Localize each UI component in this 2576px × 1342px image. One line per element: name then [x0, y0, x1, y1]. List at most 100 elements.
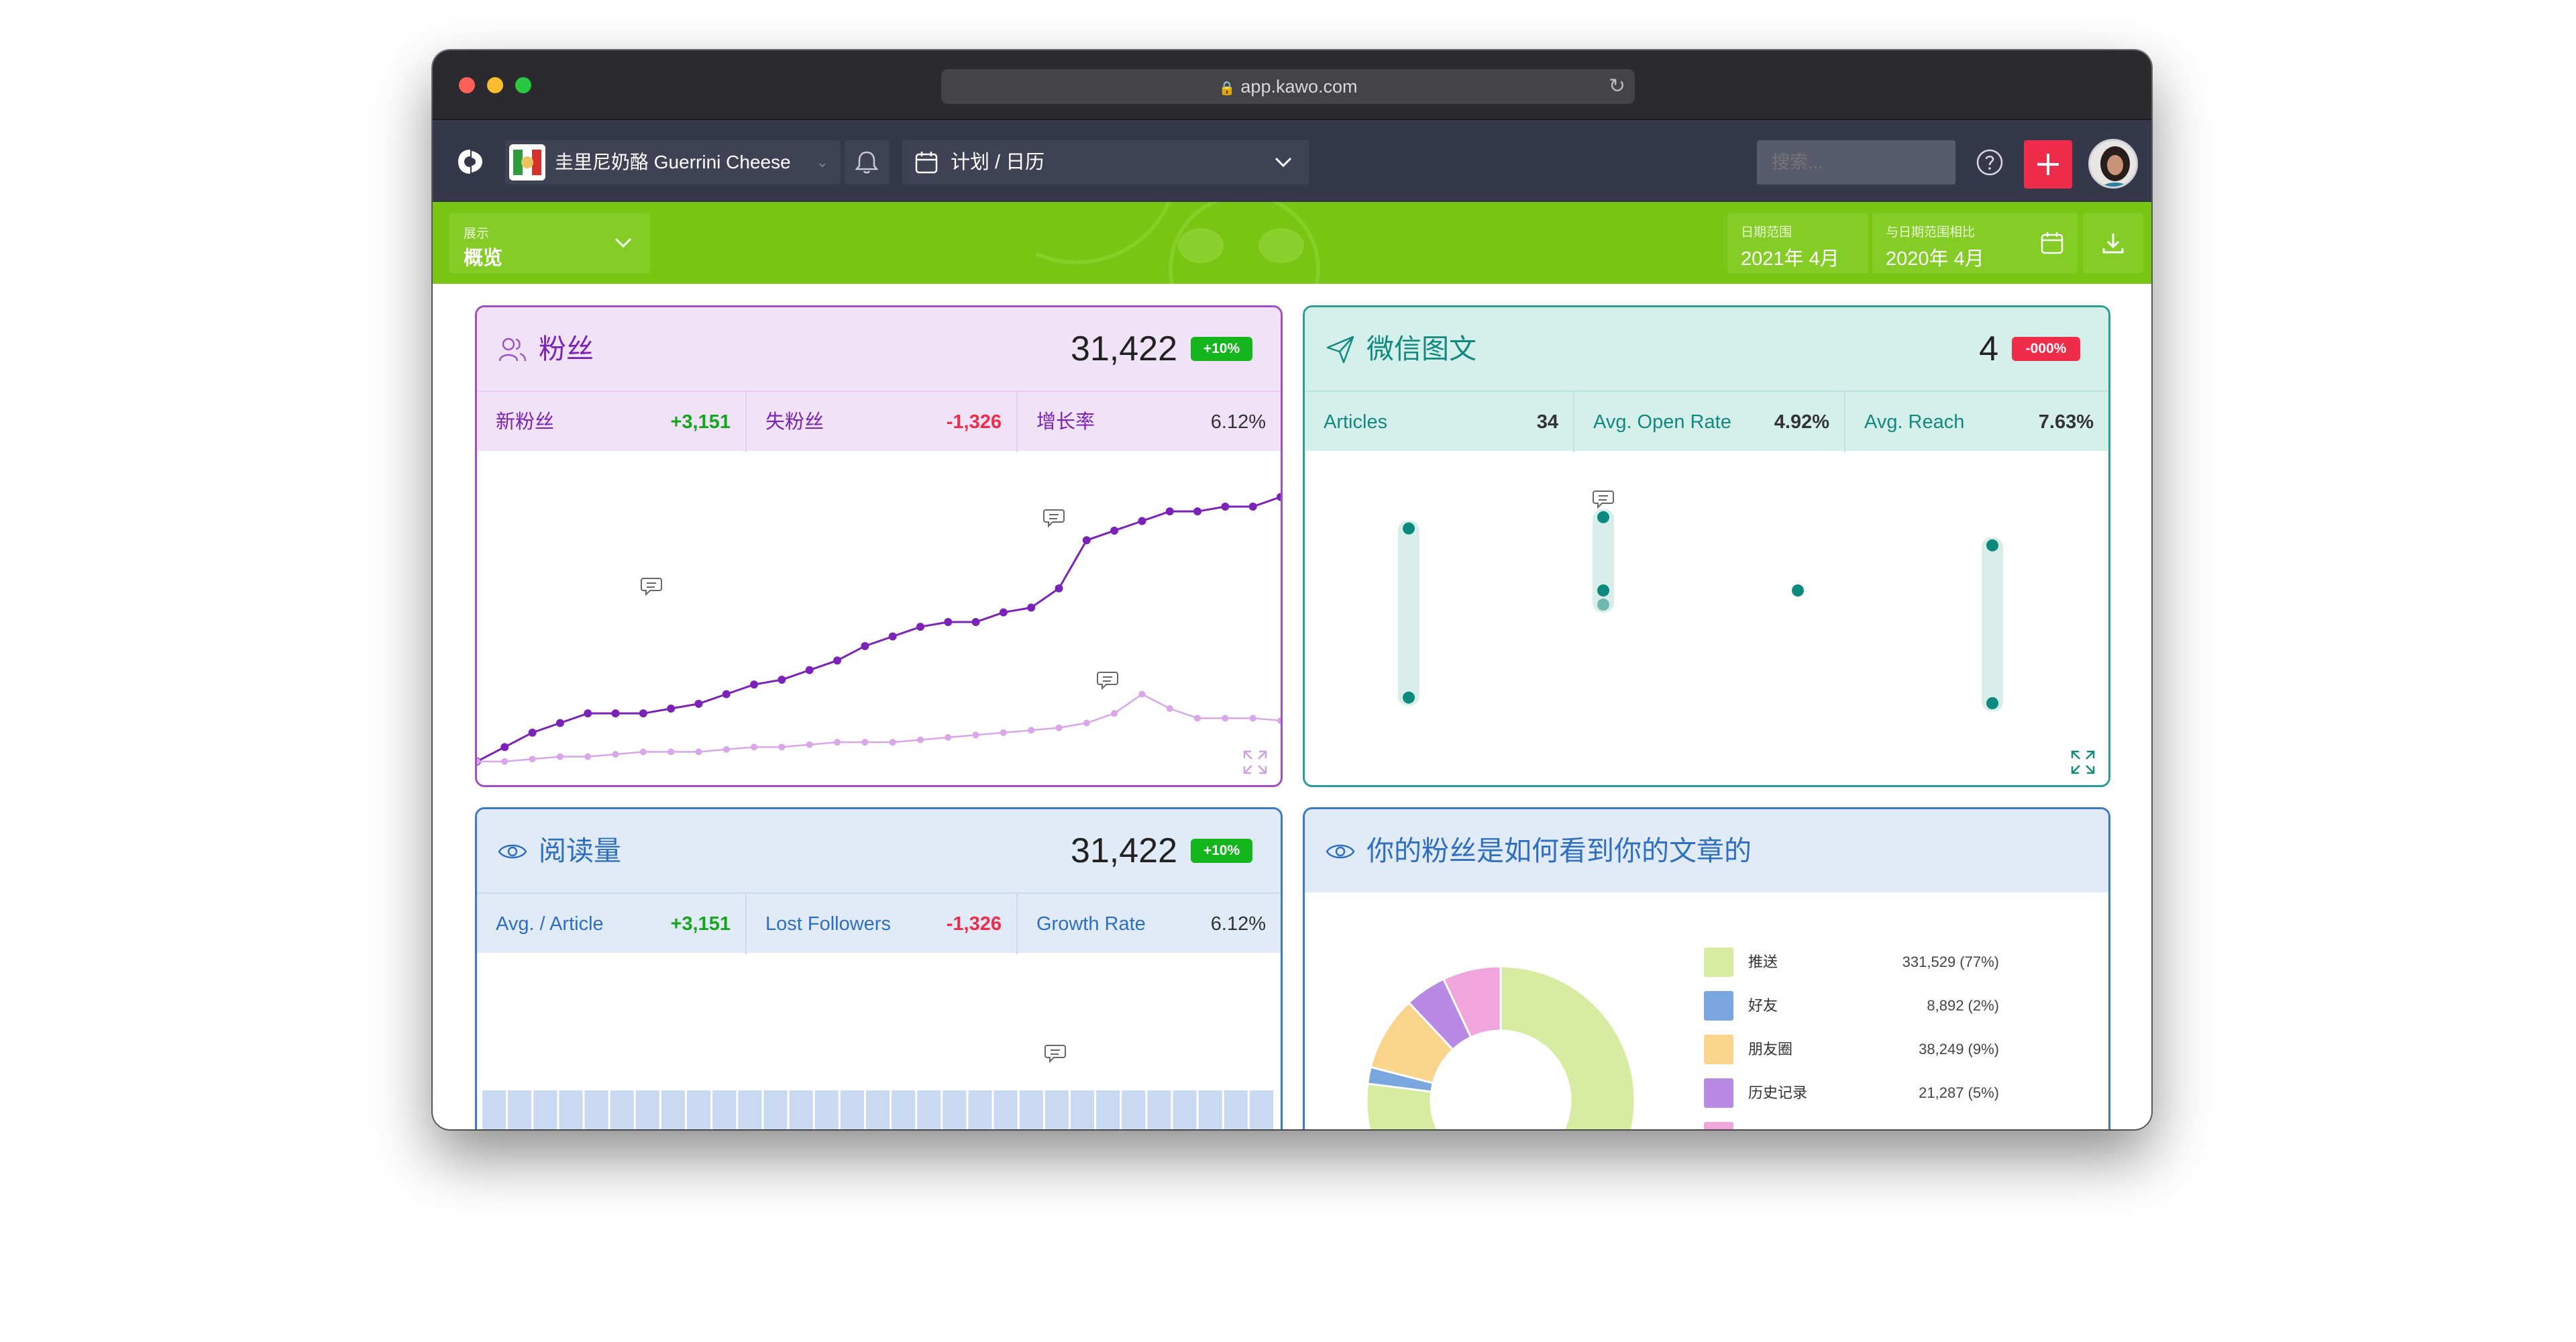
- comment-icon: [1044, 1045, 1066, 1064]
- user-avatar[interactable]: [2088, 139, 2138, 189]
- stat-value: 4.92%: [1774, 411, 1829, 433]
- data-point: [1597, 584, 1609, 597]
- stat-avg-open-rate: Avg. Open Rate 4.92%: [1574, 392, 1844, 452]
- stat-value: 7.63%: [2038, 411, 2094, 433]
- comment-icon: [1593, 491, 1614, 509]
- data-point: [556, 753, 564, 760]
- data-point: [1194, 715, 1201, 722]
- bell-icon: [855, 151, 879, 174]
- data-point: [1055, 584, 1063, 592]
- compare-range-picker[interactable]: 与日期范围相比 2020年 4月: [1872, 213, 2027, 273]
- calendar-button[interactable]: [2027, 213, 2078, 273]
- data-point: [999, 608, 1008, 617]
- bar: [1198, 1090, 1222, 1129]
- data-point: [833, 656, 842, 665]
- reload-icon[interactable]: ↻: [1609, 69, 1625, 104]
- expand-icon[interactable]: [1242, 749, 1269, 776]
- series-line: [477, 496, 1281, 763]
- stat-growth-rate: 增长率 6.12%: [1018, 392, 1281, 452]
- stat-label: Avg. Open Rate: [1593, 411, 1731, 433]
- stat-label: Growth Rate: [1036, 913, 1146, 935]
- address-bar[interactable]: 🔒 app.kawo.com ↻: [941, 69, 1635, 104]
- stat-label: Articles: [1324, 411, 1388, 433]
- legend-item: 朋友圈 38,249 (9%): [1704, 1035, 1999, 1064]
- bar: [814, 1090, 839, 1129]
- lock-icon: 🔒: [1218, 81, 1236, 96]
- wechat-articles-card: 微信图文 4 -000% Articles 34 Avg. Open Rate …: [1303, 305, 2110, 787]
- data-point: [1248, 503, 1257, 511]
- plus-icon: [2037, 154, 2059, 175]
- stat-avg-reach: Avg. Reach 7.63%: [1845, 392, 2108, 452]
- brand-name: 圭里尼奶酪 Guerrini Cheese: [555, 152, 791, 172]
- data-point: [695, 748, 702, 756]
- stat-lost-followers: Lost Followers -1,326: [747, 894, 1016, 954]
- data-point: [1165, 507, 1174, 516]
- bar: [1224, 1090, 1248, 1129]
- articles-scatter-chart: [1398, 491, 2003, 711]
- page-navigation-selector[interactable]: 计划 / 日历: [902, 140, 1309, 185]
- data-point: [500, 743, 509, 752]
- data-point: [1403, 691, 1415, 704]
- chevron-down-icon: ⌄: [816, 154, 828, 170]
- compare-range-label: 与日期范围相比: [1886, 225, 1976, 240]
- minimize-window-button[interactable]: [487, 77, 503, 93]
- date-range-picker[interactable]: 日期范围 2021年 4月: [1727, 213, 1868, 273]
- data-point: [611, 709, 620, 718]
- data-point: [501, 758, 508, 765]
- reads-bar-chart: [482, 1045, 1273, 1129]
- reads-stats: Avg. / Article +3,151 Lost Followers -1,…: [477, 892, 1281, 954]
- expand-icon[interactable]: [2070, 749, 2096, 776]
- data-point: [945, 734, 952, 741]
- card-value: 31,422: [1070, 329, 1177, 368]
- data-point: [971, 618, 980, 626]
- brand-selector[interactable]: 圭里尼奶酪 Guerrini Cheese ⌄: [505, 140, 841, 185]
- data-point: [972, 731, 979, 739]
- notifications-button[interactable]: [845, 140, 889, 185]
- report-toolbar: 展示 概览 日期范围 2021年 4月 与日期范围相比 2020年 4月: [433, 202, 2151, 284]
- decorative-background: [1036, 202, 1320, 284]
- bar: [1044, 1090, 1069, 1129]
- data-point: [1597, 511, 1609, 523]
- search-input[interactable]: [1757, 140, 1955, 185]
- bar: [584, 1090, 608, 1129]
- data-point: [888, 632, 897, 641]
- stat-label: 失粉丝: [765, 411, 824, 433]
- send-icon: [1326, 336, 1354, 364]
- help-button[interactable]: [1968, 140, 2012, 185]
- followers-stats: 新粉丝 +3,151 失粉丝 -1,326 增长率 6.12%: [477, 391, 1281, 452]
- browser-titlebar: 🔒 app.kawo.com ↻: [433, 50, 2151, 120]
- data-point: [667, 705, 676, 713]
- data-point: [1249, 715, 1256, 722]
- close-window-button[interactable]: [459, 77, 475, 93]
- data-point: [805, 666, 814, 674]
- data-point: [806, 741, 813, 748]
- data-point: [889, 739, 896, 746]
- users-icon: [498, 338, 527, 362]
- bar: [661, 1090, 686, 1129]
- data-point: [944, 618, 953, 626]
- legend-swatch: [1704, 1035, 1733, 1064]
- legend-swatch: [1704, 1122, 1733, 1129]
- bar: [687, 1090, 711, 1129]
- data-point: [1166, 705, 1173, 712]
- series-line: [477, 693, 1281, 763]
- maximize-window-button[interactable]: [515, 77, 531, 93]
- data-point: [916, 736, 924, 743]
- kawo-logo-icon[interactable]: [455, 147, 485, 176]
- data-point: [1222, 715, 1229, 722]
- view-selector[interactable]: 展示 概览: [449, 213, 650, 273]
- create-button[interactable]: [2024, 140, 2072, 189]
- stat-label: Lost Followers: [765, 913, 891, 935]
- download-button[interactable]: [2083, 213, 2143, 273]
- comment-icon: [641, 578, 662, 597]
- stat-label: 增长率: [1036, 411, 1095, 433]
- data-point: [750, 680, 759, 689]
- legend-name: 历史记录: [1748, 1084, 1808, 1101]
- data-point: [722, 690, 731, 699]
- legend-item: 好友 8,892 (2%): [1704, 991, 1999, 1021]
- data-point: [778, 743, 786, 751]
- eye-icon: [498, 844, 527, 859]
- wechat-card-header: 微信图文 4 -000%: [1305, 307, 2108, 391]
- data-point: [751, 743, 758, 751]
- data-point: [1055, 724, 1063, 731]
